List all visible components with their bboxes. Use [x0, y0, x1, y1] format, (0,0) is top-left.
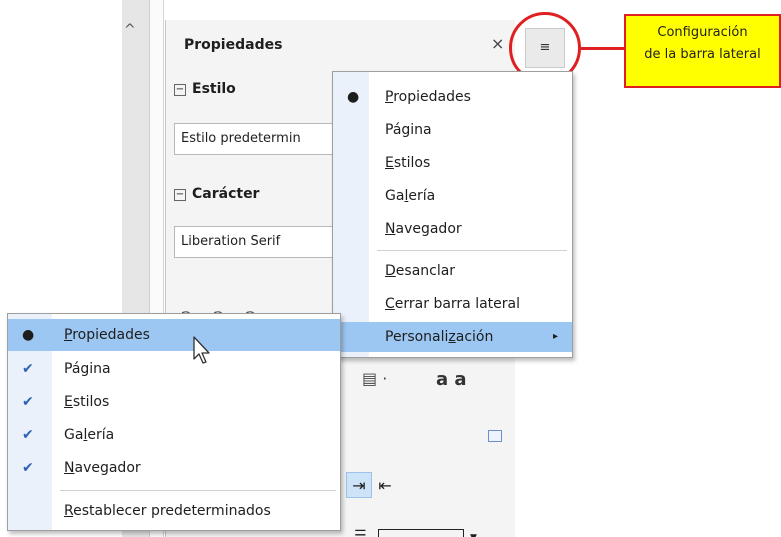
checkmark-icon: ✔: [22, 460, 34, 476]
checkmark-icon: ✔: [22, 394, 34, 410]
indent-icons[interactable]: ⇥ ⇤: [346, 472, 398, 499]
submenu-item-pagina[interactable]: ✔ Página: [8, 353, 340, 385]
annotation-line: [581, 47, 625, 50]
line-icon: ☰: [354, 528, 367, 537]
callout-line-2: de la barra lateral: [644, 47, 761, 62]
submenu-item-restablecer[interactable]: Restablecer predeterminados: [8, 495, 340, 527]
collapse-icon[interactable]: −: [174, 84, 186, 96]
menu-item-desanclar[interactable]: Desanclar: [333, 256, 572, 286]
radio-dot-icon: ●: [347, 89, 360, 105]
mouse-pointer-icon: [193, 336, 210, 364]
menu-separator: [377, 250, 567, 251]
menu-item-cerrar[interactable]: Cerrar barra lateral: [333, 289, 572, 319]
menu-item-navegador[interactable]: Navegador: [333, 214, 572, 244]
close-icon[interactable]: ×: [491, 34, 504, 53]
spacing-icon[interactable]: ▤ ·: [362, 369, 387, 388]
indent-decrease-icon[interactable]: ⇤: [372, 473, 398, 499]
radio-dot-icon: ●: [22, 327, 35, 343]
collapse-icon[interactable]: −: [174, 189, 186, 201]
section-estilo-header[interactable]: − Estilo: [174, 81, 236, 97]
section-caracter-label: Carácter: [192, 186, 260, 202]
section-caracter-header[interactable]: − Carácter: [174, 186, 259, 202]
submenu-item-propiedades[interactable]: ● Propiedades: [8, 319, 340, 351]
annotation-callout: Configuración de la barra lateral: [624, 14, 781, 88]
menu-item-propiedades[interactable]: ● Propiedades: [333, 82, 572, 112]
menu-item-personalizacion[interactable]: Personalización ▸: [333, 322, 572, 352]
more-options-icon[interactable]: [488, 430, 502, 442]
customization-submenu: ● Propiedades ✔ Página ✔ Estilos ✔ Galer…: [7, 313, 341, 531]
line-preview: [378, 528, 464, 537]
callout-line-1: Configuración: [657, 25, 748, 40]
menu-item-galeria[interactable]: Galería: [333, 181, 572, 211]
dropdown-arrow-icon[interactable]: ▼: [470, 533, 477, 537]
menu-item-pagina[interactable]: Página: [333, 115, 572, 145]
submenu-arrow-icon: ▸: [552, 331, 558, 342]
menu-separator: [60, 490, 336, 491]
submenu-item-navegador[interactable]: ✔ Navegador: [8, 452, 340, 484]
submenu-item-estilos[interactable]: ✔ Estilos: [8, 386, 340, 418]
submenu-item-galeria[interactable]: ✔ Galería: [8, 419, 340, 451]
indent-increase-icon[interactable]: ⇥: [346, 472, 372, 498]
line-style-selector[interactable]: ☰▼: [354, 525, 484, 537]
menu-item-estilos[interactable]: Estilos: [333, 148, 572, 178]
deck-title: Propiedades: [184, 37, 283, 53]
superscript-subscript-icons[interactable]: a a: [436, 369, 467, 390]
checkmark-icon: ✔: [22, 361, 34, 377]
screenshot-stage: ^ Propiedades × − Estilo Estilo predeterm…: [0, 0, 781, 537]
sidebar-settings-menu: ● Propiedades Página Estilos Galería Nav…: [332, 71, 573, 358]
checkmark-icon: ✔: [22, 427, 34, 443]
scroll-up-icon[interactable]: ^: [124, 22, 136, 38]
section-estilo-label: Estilo: [192, 81, 236, 97]
